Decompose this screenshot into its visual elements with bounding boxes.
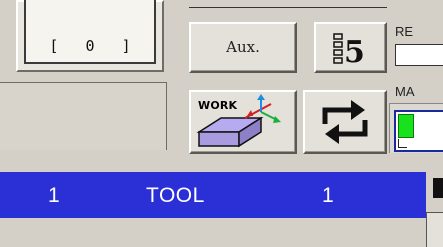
menu-5-icon: 5: [333, 33, 365, 70]
aux-button[interactable]: Aux.: [189, 22, 297, 73]
swap-arrows-icon: [322, 100, 368, 144]
work-coordinate-icon: [196, 94, 281, 148]
re-field[interactable]: [395, 44, 443, 66]
status-mode: TOOL: [146, 184, 205, 207]
status-number-2: 1: [322, 184, 334, 207]
status-dark-cell: [433, 178, 443, 198]
counter-value: [ 0 ]: [49, 37, 131, 55]
bottom-right-cell: [426, 212, 443, 247]
top-divider: [189, 0, 387, 8]
menu-5-button[interactable]: 5: [314, 22, 387, 73]
status-number-1: 1: [48, 184, 60, 207]
svg-text:5: 5: [344, 35, 365, 70]
bottom-strip: [0, 218, 426, 247]
left-panel: [0, 82, 167, 150]
aux-button-label: Aux.: [226, 38, 260, 56]
status-bar: [0, 172, 426, 218]
ma-label: MA: [395, 84, 415, 99]
re-label: RE: [395, 24, 414, 39]
swap-button[interactable]: [303, 90, 387, 154]
ma-bracket-mark: [398, 139, 407, 148]
ma-status-light: [398, 114, 414, 138]
work-coordinate-button[interactable]: WORK: [189, 90, 297, 154]
